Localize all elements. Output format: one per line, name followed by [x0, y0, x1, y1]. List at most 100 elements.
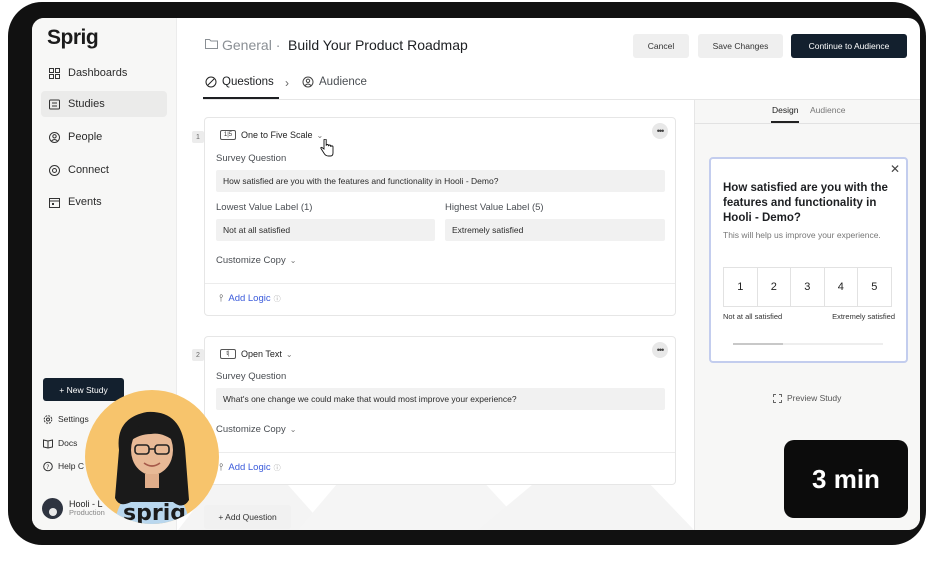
sidebar-item-label: Docs	[58, 438, 78, 448]
chevron-right-icon: ›	[285, 76, 289, 90]
question-type-dropdown[interactable]: 1|5 One to Five Scale ⌄	[220, 130, 323, 140]
sidebar-item-settings[interactable]: Settings	[43, 414, 89, 424]
cancel-button[interactable]: Cancel	[633, 34, 689, 58]
customize-copy-toggle[interactable]: Customize Copy ⌄	[216, 424, 296, 435]
scale-option[interactable]: 2	[756, 267, 791, 307]
avatar	[42, 498, 63, 519]
sidebar-item-dashboards[interactable]: Dashboards	[41, 60, 167, 86]
preview-question: How satisfied are you with the features …	[723, 182, 888, 224]
tab-design[interactable]: Design	[772, 105, 798, 115]
page-title[interactable]: Build Your Product Roadmap	[288, 37, 468, 53]
events-icon	[49, 197, 60, 208]
add-logic-button[interactable]: ⫯ Add Logic ⓘ	[219, 462, 281, 473]
question-type-label: One to Five Scale	[241, 130, 313, 140]
divider	[694, 123, 920, 124]
continue-to-audience-button[interactable]: Continue to Audience	[791, 34, 907, 58]
tab-label: Audience	[319, 76, 367, 88]
sidebar-item-studies[interactable]: Studies	[41, 91, 167, 117]
highest-value-label-caption: Highest Value Label (5)	[445, 202, 544, 213]
preview-study-label: Preview Study	[787, 393, 842, 403]
help-icon: ?	[43, 461, 53, 471]
folder-icon	[205, 39, 218, 49]
scale-high-label: Extremely satisfied	[832, 312, 895, 321]
add-logic-label: Add Logic	[228, 462, 271, 473]
info-icon: ⓘ	[273, 464, 281, 472]
video-frame: Sprig Dashboards Studies People Connect …	[8, 2, 926, 545]
sidebar-item-people[interactable]: People	[41, 124, 167, 150]
person-icon	[302, 76, 314, 88]
studies-icon	[49, 99, 60, 110]
scale-option[interactable]: 5	[857, 267, 892, 307]
hand-cursor-icon	[320, 139, 334, 157]
gear-icon	[43, 414, 53, 424]
duration-badge: 3 min	[784, 440, 908, 518]
question-number: 2	[192, 349, 204, 361]
add-logic-button[interactable]: ⫯ Add Logic ⓘ	[219, 293, 281, 304]
tab-label: Questions	[222, 76, 274, 88]
questions-icon	[205, 76, 217, 88]
preview-subtitle: This will help us improve your experienc…	[723, 230, 881, 240]
text-icon: t|	[220, 349, 236, 359]
scale-option[interactable]: 4	[823, 267, 858, 307]
branch-icon: ⫯	[219, 293, 224, 304]
presenter-video: sprig	[115, 411, 189, 524]
book-icon	[43, 438, 53, 449]
survey-question-label: Survey Question	[216, 371, 287, 382]
lowest-value-input[interactable]: Not at all satisfied	[216, 219, 435, 241]
save-changes-button[interactable]: Save Changes	[698, 34, 783, 58]
progress-bar	[733, 343, 883, 345]
preview-study-link[interactable]: Preview Study	[773, 393, 841, 403]
sidebar-item-label: Connect	[68, 164, 109, 176]
close-icon[interactable]: ✕	[890, 162, 900, 176]
new-study-button[interactable]: + New Study	[43, 378, 124, 401]
highest-value-input[interactable]: Extremely satisfied	[445, 219, 665, 241]
user-account[interactable]: Hooli - L Production	[42, 498, 105, 519]
scale-low-label: Not at all satisfied	[723, 312, 783, 321]
customize-copy-label: Customize Copy	[216, 424, 286, 435]
sidebar-item-label: People	[68, 131, 103, 143]
scale-option[interactable]: 3	[790, 267, 825, 307]
sidebar-item-help[interactable]: ? Help C	[43, 461, 84, 471]
sidebar-item-events[interactable]: Events	[41, 189, 167, 215]
connect-icon	[49, 164, 60, 176]
add-question-button[interactable]: + Add Question	[204, 505, 291, 529]
breadcrumb[interactable]: General ·	[222, 37, 280, 53]
question-type-label: Open Text	[241, 349, 282, 359]
tab-audience-preview[interactable]: Audience	[810, 105, 845, 115]
question-number: 1	[192, 131, 204, 143]
progress-fill	[733, 343, 783, 345]
user-environment: Production	[69, 508, 105, 518]
sidebar-item-label: Dashboards	[68, 67, 128, 79]
sidebar-item-label: Events	[68, 196, 102, 208]
tab-questions[interactable]: Questions	[205, 76, 274, 88]
tab-audience[interactable]: Audience	[302, 76, 367, 88]
webcam-overlay: sprig	[85, 390, 219, 524]
chevron-down-icon: ⌄	[289, 425, 297, 434]
customize-copy-label: Customize Copy	[216, 255, 286, 266]
sidebar-item-docs[interactable]: Docs	[43, 438, 78, 449]
chevron-down-icon: ⌄	[285, 349, 293, 359]
customize-copy-toggle[interactable]: Customize Copy ⌄	[216, 255, 296, 266]
sidebar-item-label: Help C	[58, 461, 84, 471]
person-icon	[49, 131, 60, 143]
info-icon: ⓘ	[273, 295, 281, 303]
survey-question-input[interactable]: How satisfied are you with the features …	[216, 170, 665, 192]
sidebar-item-connect[interactable]: Connect	[41, 157, 167, 183]
survey-question-input[interactable]: What's one change we could make that wou…	[216, 388, 665, 410]
add-logic-label: Add Logic	[228, 293, 271, 304]
scale-icon: 1|5	[220, 130, 236, 140]
more-options-button[interactable]: •••	[652, 123, 668, 139]
branch-icon: ⫯	[219, 462, 224, 473]
rating-scale: 1 2 3 4 5	[723, 267, 892, 307]
more-options-button[interactable]: •••	[652, 342, 668, 358]
sidebar-item-label: Settings	[58, 414, 89, 424]
lowest-value-label-caption: Lowest Value Label (1)	[216, 202, 313, 213]
question-type-dropdown[interactable]: t| Open Text ⌄	[220, 349, 293, 359]
divider	[205, 452, 675, 453]
survey-question-label: Survey Question	[216, 153, 287, 164]
question-card[interactable]	[204, 117, 676, 316]
expand-icon	[773, 393, 782, 403]
scale-option[interactable]: 1	[723, 267, 758, 307]
survey-preview-card: ✕ How satisfied are you with the feature…	[709, 157, 908, 363]
chevron-down-icon: ⌄	[289, 256, 297, 265]
